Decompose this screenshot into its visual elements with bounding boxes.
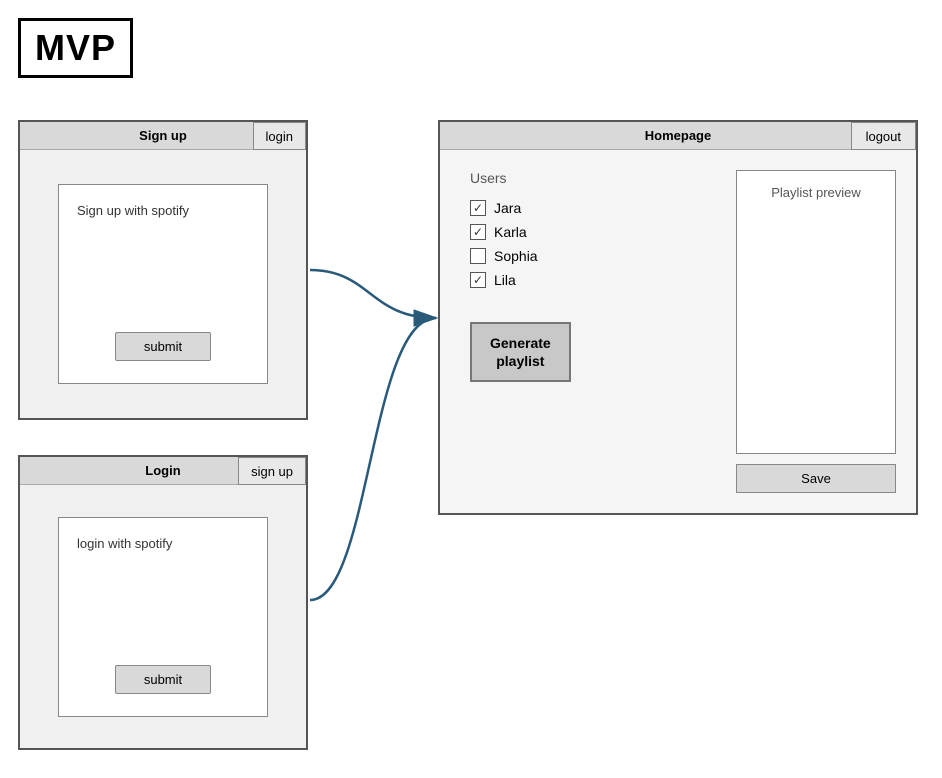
signup-body: Sign up with spotify submit	[20, 150, 306, 418]
checkbox-icon[interactable]	[470, 248, 486, 264]
checkbox-item[interactable]: ✓ Jara	[470, 200, 716, 216]
login-titlebar: Login sign up	[20, 457, 306, 485]
generate-playlist-button[interactable]: Generateplaylist	[470, 322, 571, 382]
left-panel: Users ✓ Jara ✓ Karla Sophia ✓ Lila Generatepla…	[470, 170, 716, 493]
signup-titlebar: Sign up login	[20, 122, 306, 150]
user-name: Karla	[494, 224, 527, 240]
checkbox-item[interactable]: ✓ Karla	[470, 224, 716, 240]
checkbox-icon[interactable]: ✓	[470, 200, 486, 216]
users-label: Users	[470, 170, 716, 186]
homepage-body: Users ✓ Jara ✓ Karla Sophia ✓ Lila Generatepla…	[440, 150, 916, 513]
signup-tab-button[interactable]: sign up	[238, 457, 306, 485]
homepage-title: Homepage	[645, 128, 711, 143]
right-panel: Playlist preview Save	[736, 170, 896, 493]
login-inner-box: login with spotify submit	[58, 517, 268, 717]
checkbox-item[interactable]: Sophia	[470, 248, 716, 264]
save-button[interactable]: Save	[736, 464, 896, 493]
checkbox-icon[interactable]: ✓	[470, 224, 486, 240]
user-name: Sophia	[494, 248, 538, 264]
signup-window: Sign up login Sign up with spotify submi…	[18, 120, 308, 420]
app-title: MVP	[18, 18, 133, 78]
user-name: Jara	[494, 200, 521, 216]
signup-with-spotify-label: Sign up with spotify	[77, 203, 189, 218]
login-tab-button[interactable]: login	[253, 122, 306, 150]
login-with-spotify-label: login with spotify	[77, 536, 172, 551]
signup-title: Sign up	[139, 128, 187, 143]
signup-inner-box: Sign up with spotify submit	[58, 184, 268, 384]
signup-submit-button[interactable]: submit	[115, 332, 211, 361]
login-body: login with spotify submit	[20, 485, 306, 748]
homepage-titlebar: Homepage logout	[440, 122, 916, 150]
playlist-preview-box: Playlist preview	[736, 170, 896, 454]
login-submit-button[interactable]: submit	[115, 665, 211, 694]
logout-button[interactable]: logout	[851, 122, 916, 150]
checkbox-item[interactable]: ✓ Lila	[470, 272, 716, 288]
homepage-window: Homepage logout Users ✓Jara✓KarlaSophia✓…	[438, 120, 918, 515]
checkbox-list: ✓ Jara ✓ Karla Sophia ✓ Lila	[470, 200, 716, 288]
checkbox-icon[interactable]: ✓	[470, 272, 486, 288]
user-name: Lila	[494, 272, 516, 288]
login-window: Login sign up login with spotify submit	[18, 455, 308, 750]
login-title: Login	[145, 463, 180, 478]
